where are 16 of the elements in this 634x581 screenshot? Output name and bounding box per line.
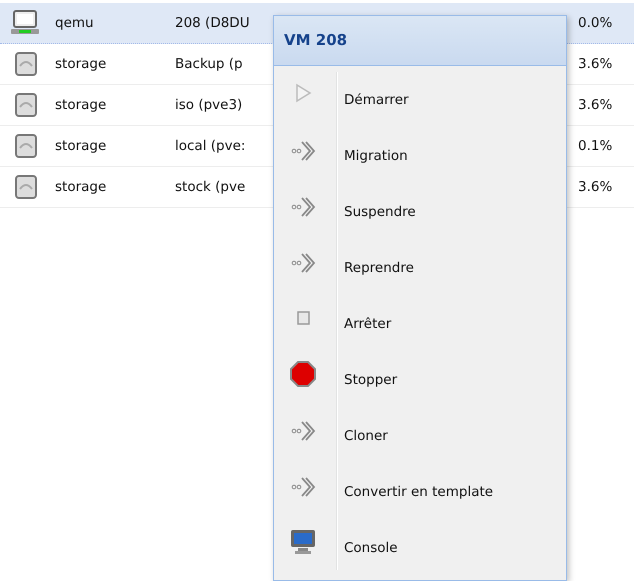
usage-cell-text: 0.0%	[578, 14, 612, 33]
type-cell-text: qemu	[55, 14, 95, 33]
type-cell-text: storage	[55, 178, 108, 197]
usage-cell-text: 3.6%	[578, 54, 612, 74]
menu-title: VM 208	[284, 30, 348, 52]
name-cell: 208 (D8DU	[175, 14, 250, 31]
usage-cell-text: 3.6%	[578, 96, 612, 115]
name-cell: stock (pve	[175, 178, 246, 195]
usage-cell-text: 3.6%	[578, 178, 612, 197]
type-cell-text: storage	[55, 54, 108, 74]
usage-cell-text: 0.1%	[578, 136, 612, 156]
type-cell-text: storage	[55, 136, 108, 156]
type-cell-text: storage	[55, 96, 108, 115]
name-cell: local (pve:	[175, 138, 246, 154]
name-cell: Backup (p	[175, 56, 243, 72]
name-cell: iso (pve3)	[175, 96, 242, 113]
